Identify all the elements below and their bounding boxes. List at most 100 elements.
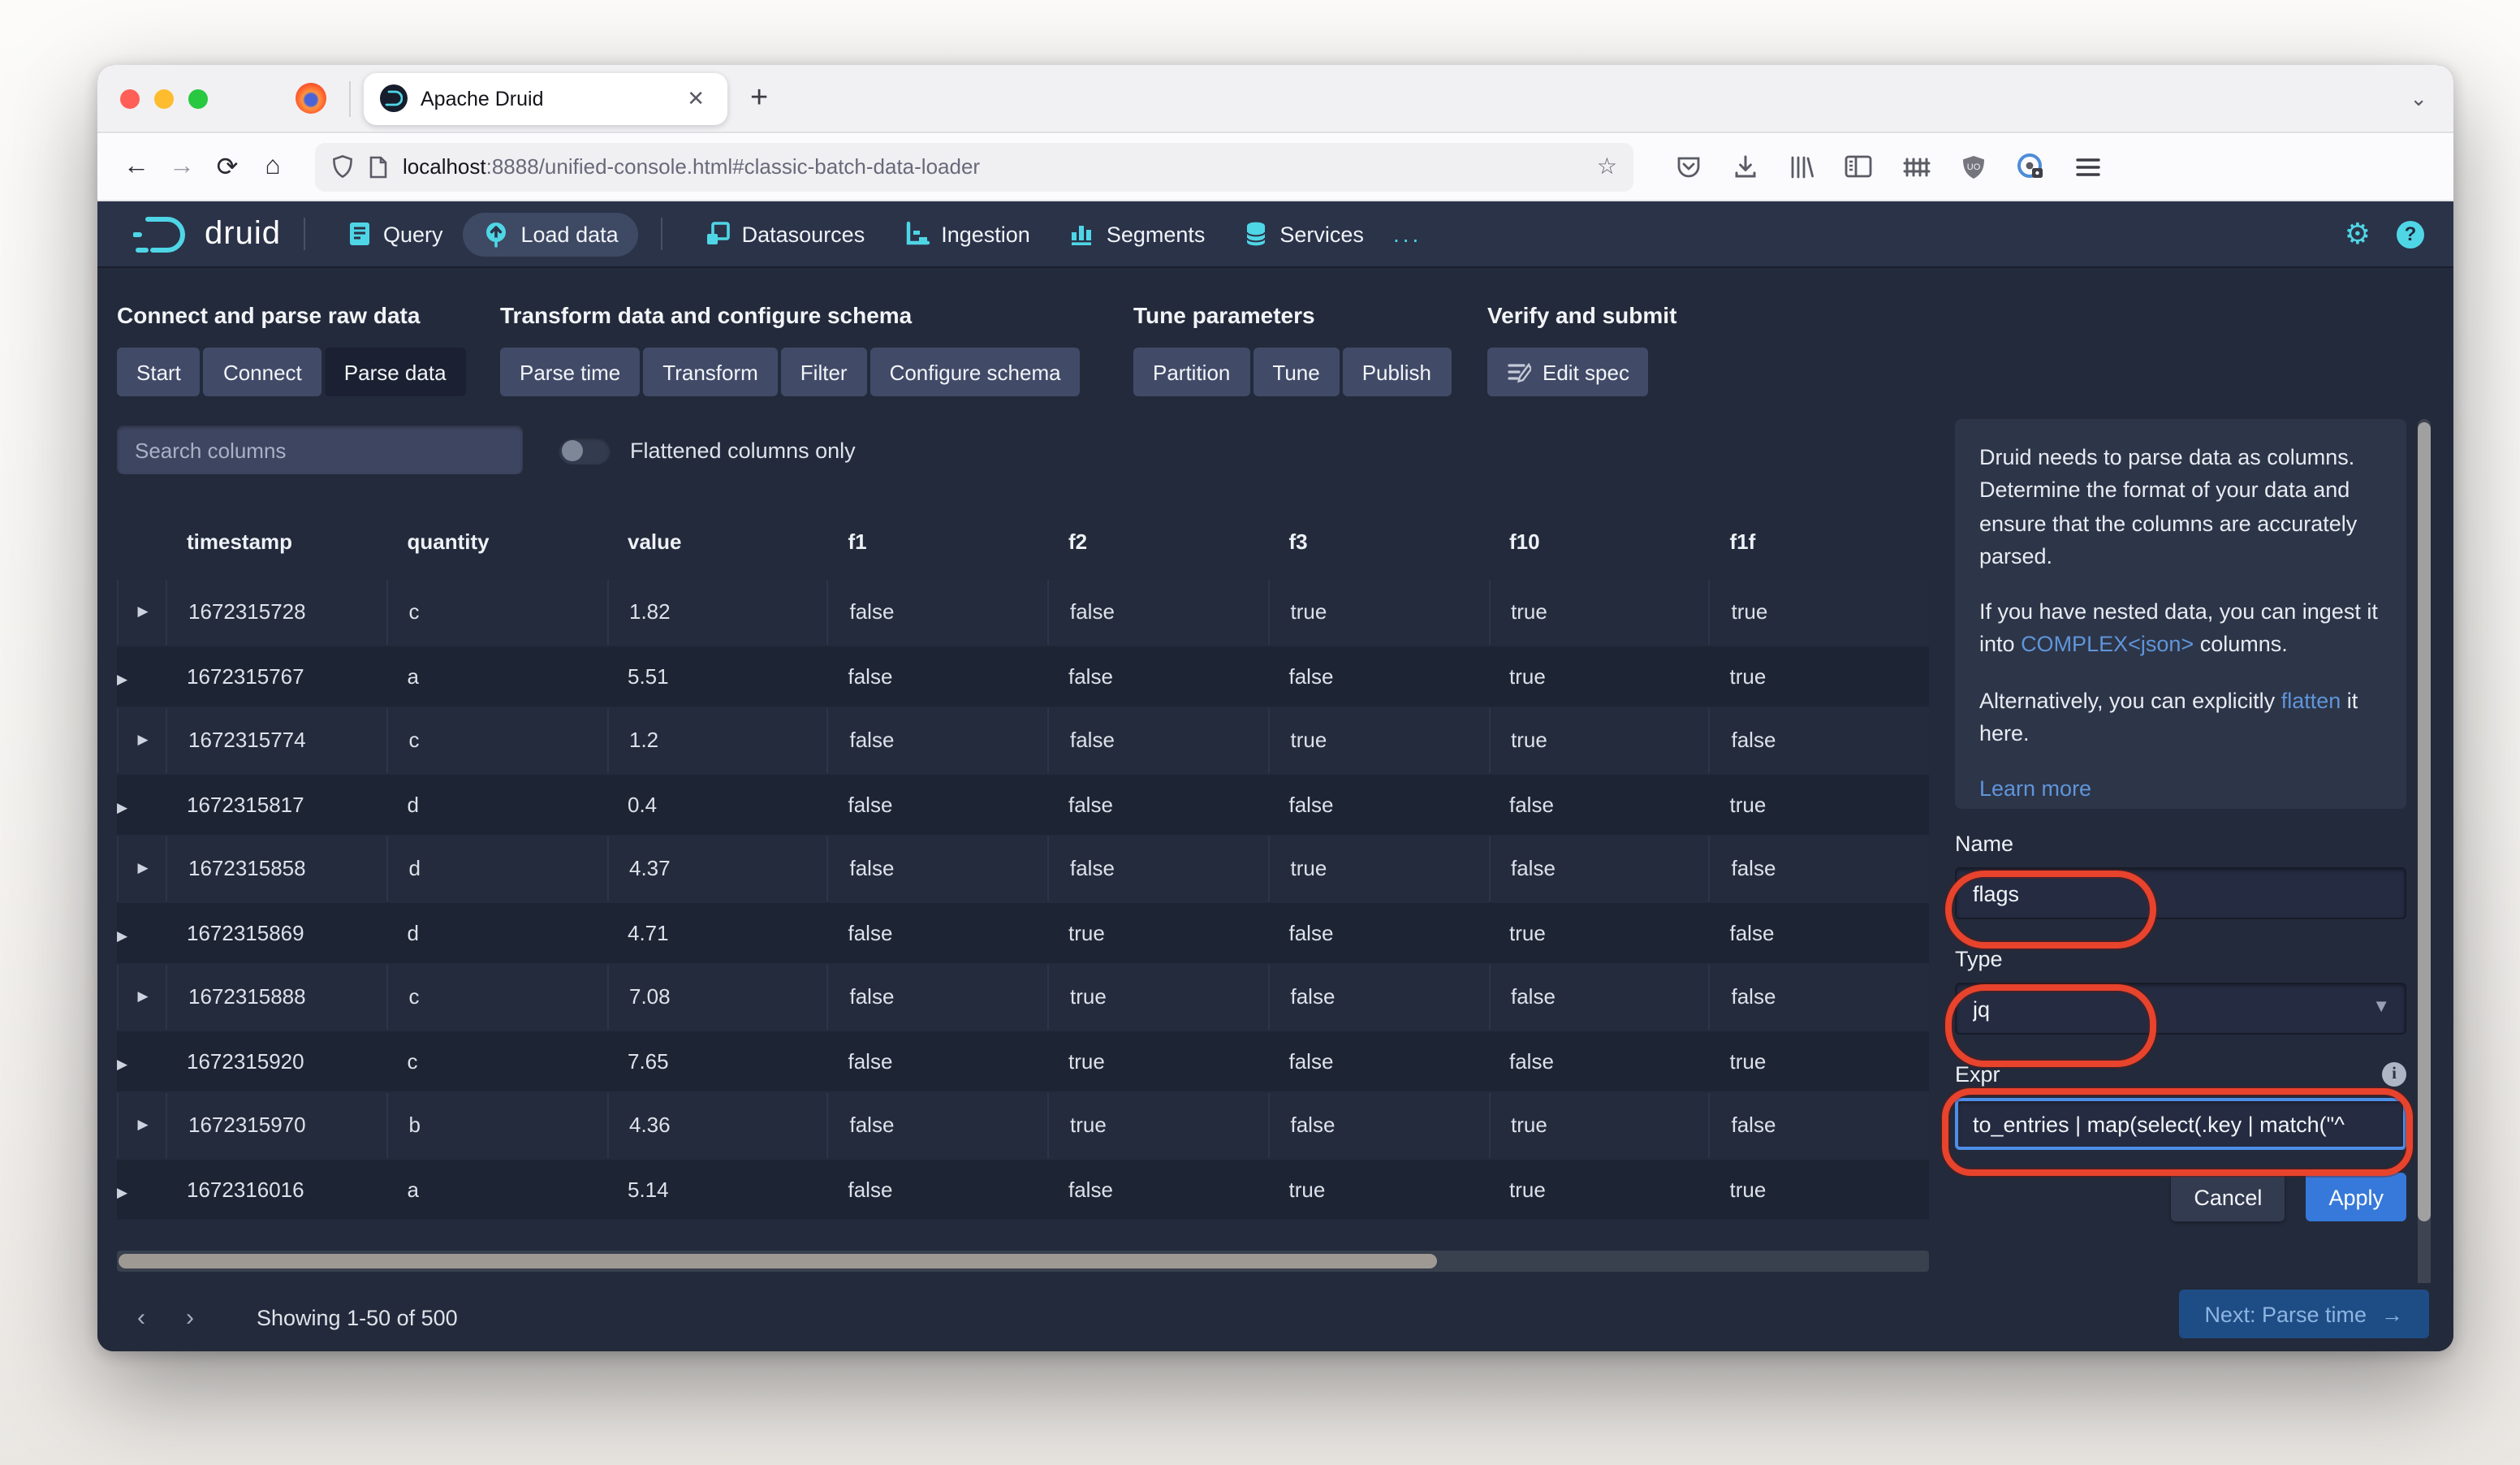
minimize-window-button[interactable] <box>154 89 174 108</box>
row-expander-icon[interactable]: ▶ <box>117 799 127 815</box>
new-tab-button[interactable]: + <box>750 80 768 116</box>
column-header-timestamp[interactable]: timestamp <box>166 529 386 553</box>
step-filter-button[interactable]: Filter <box>780 348 867 396</box>
home-button[interactable]: ⌂ <box>250 152 296 181</box>
step-start-button[interactable]: Start <box>117 348 201 396</box>
arrow-right-icon: → <box>2381 1302 2403 1326</box>
step-group-connect: Connect and parse raw data Start Connect… <box>117 302 466 396</box>
table-row: ▶ 1672315888 c 7.08 false true false false false <box>117 965 1929 1029</box>
settings-gear-icon[interactable]: ⚙ <box>2345 217 2371 251</box>
pocket-icon[interactable] <box>1676 153 1702 179</box>
apply-button[interactable]: Apply <box>2306 1173 2406 1221</box>
next-page-button[interactable]: › <box>166 1303 214 1331</box>
step-transform-button[interactable]: Transform <box>643 348 778 396</box>
table-row: ▶ 1672315970 b 4.36 false true false true false <box>117 1093 1929 1157</box>
row-expander-icon[interactable]: ▶ <box>117 1184 127 1200</box>
menu-hamburger-icon[interactable] <box>2075 155 2101 178</box>
vertical-scrollbar[interactable] <box>2418 419 2431 1338</box>
table-cell: 4.71 <box>628 920 669 945</box>
table-cell: false <box>1288 792 1334 817</box>
maximize-window-button[interactable] <box>188 89 208 108</box>
step-edit-spec-button[interactable]: Edit spec <box>1487 348 1649 396</box>
row-expander-icon[interactable]: ▶ <box>119 603 167 621</box>
vertical-scrollbar-thumb[interactable] <box>2418 422 2431 1221</box>
downloads-icon[interactable] <box>1732 153 1758 179</box>
row-expander-icon[interactable]: ▶ <box>117 1056 127 1072</box>
nav-item-load-data[interactable]: Load data <box>462 212 638 256</box>
step-tune-button[interactable]: Tune <box>1253 348 1340 396</box>
nav-item-ingestion[interactable]: Ingestion <box>884 213 1050 255</box>
library-icon[interactable] <box>1789 153 1814 179</box>
search-columns-input[interactable] <box>117 426 523 474</box>
table-cell: false <box>1288 1048 1334 1074</box>
column-header-value[interactable]: value <box>606 529 827 553</box>
shield-icon[interactable] <box>331 154 354 179</box>
step-parse-time-button[interactable]: Parse time <box>500 348 641 396</box>
tab-title: Apache Druid <box>421 87 544 110</box>
table-cell: false <box>848 920 893 945</box>
learn-more-link[interactable]: Learn more <box>1979 776 2091 801</box>
tab-apache-druid[interactable]: Apache Druid ✕ <box>364 72 727 124</box>
list-tabs-chevron-icon[interactable]: ⌄ <box>2410 85 2427 111</box>
table-cell: b <box>386 1093 607 1157</box>
table-row: ▶ 1672315817 d 0.4 false false false false true <box>117 772 1929 836</box>
step-configure-schema-button[interactable]: Configure schema <box>869 348 1081 396</box>
onepassword-icon[interactable] <box>2017 153 2044 180</box>
sidebar-icon[interactable] <box>1845 154 1872 179</box>
reload-button[interactable]: ⟳ <box>205 150 250 183</box>
bookmark-star-icon[interactable]: ☆ <box>1597 153 1617 180</box>
back-button[interactable]: ← <box>114 152 159 181</box>
ublock-shield-icon[interactable]: UO <box>1961 153 1986 179</box>
help-icon[interactable]: ? <box>2397 220 2424 248</box>
druid-logo[interactable]: druid <box>133 212 281 256</box>
info-icon[interactable]: i <box>2382 1062 2406 1087</box>
type-select[interactable] <box>1955 983 2406 1035</box>
table-cell: 7.08 <box>606 965 827 1029</box>
row-expander-icon[interactable]: ▶ <box>117 671 127 687</box>
table-cell: true <box>1288 1177 1326 1202</box>
more-menu-button[interactable]: ... <box>1383 221 1431 247</box>
cancel-button[interactable]: Cancel <box>2171 1173 2285 1221</box>
column-header-f1[interactable]: f1 <box>827 529 1048 553</box>
step-partition-button[interactable]: Partition <box>1133 348 1250 396</box>
step-publish-button[interactable]: Publish <box>1342 348 1451 396</box>
row-expander-icon[interactable]: ▶ <box>119 1117 167 1134</box>
table-cell: false <box>1047 580 1268 644</box>
page-info-icon[interactable] <box>369 155 388 178</box>
address-bar[interactable]: localhost:8888/unified-console.html#clas… <box>315 142 1633 191</box>
flatten-link[interactable]: flatten <box>2281 688 2341 712</box>
next-parse-time-button[interactable]: Next: Parse time → <box>2178 1290 2429 1338</box>
nav-item-datasources[interactable]: Datasources <box>685 213 885 255</box>
column-header-f1f[interactable]: f1f <box>1709 529 1930 553</box>
name-field-input[interactable] <box>1955 867 2406 919</box>
flattened-columns-toggle[interactable] <box>559 436 611 464</box>
table-cell: false <box>1267 965 1489 1029</box>
nav-item-services[interactable]: Services <box>1224 213 1383 255</box>
table-cell: false <box>1047 836 1268 901</box>
row-expander-icon[interactable]: ▶ <box>119 860 167 878</box>
row-expander-icon[interactable]: ▶ <box>119 732 167 750</box>
containers-fence-icon[interactable] <box>1903 153 1931 179</box>
table-cell: 1672315888 <box>166 965 386 1029</box>
horizontal-scrollbar[interactable] <box>117 1251 1929 1272</box>
column-header-quantity[interactable]: quantity <box>386 529 607 553</box>
prev-page-button[interactable]: ‹ <box>117 1303 166 1331</box>
forward-button[interactable]: → <box>159 152 205 181</box>
step-connect-button[interactable]: Connect <box>203 348 321 396</box>
table-cell: false <box>848 1177 893 1202</box>
column-header-f3[interactable]: f3 <box>1268 529 1489 553</box>
nav-item-segments[interactable]: Segments <box>1050 213 1225 255</box>
expr-field-input[interactable] <box>1955 1098 2406 1150</box>
close-window-button[interactable] <box>120 89 140 108</box>
table-cell: false <box>1509 792 1554 817</box>
column-header-f2[interactable]: f2 <box>1047 529 1268 553</box>
complex-json-link[interactable]: COMPLEX<json> <box>2021 633 2194 657</box>
step-parse-data-button[interactable]: Parse data <box>324 348 466 396</box>
firefox-icon[interactable] <box>296 83 326 114</box>
row-expander-icon[interactable]: ▶ <box>119 988 167 1006</box>
row-expander-icon[interactable]: ▶ <box>117 927 127 944</box>
column-header-f10[interactable]: f10 <box>1488 529 1709 553</box>
horizontal-scrollbar-thumb[interactable] <box>119 1254 1437 1268</box>
nav-item-query[interactable]: Query <box>328 213 463 255</box>
tab-close-icon[interactable]: ✕ <box>680 82 711 115</box>
